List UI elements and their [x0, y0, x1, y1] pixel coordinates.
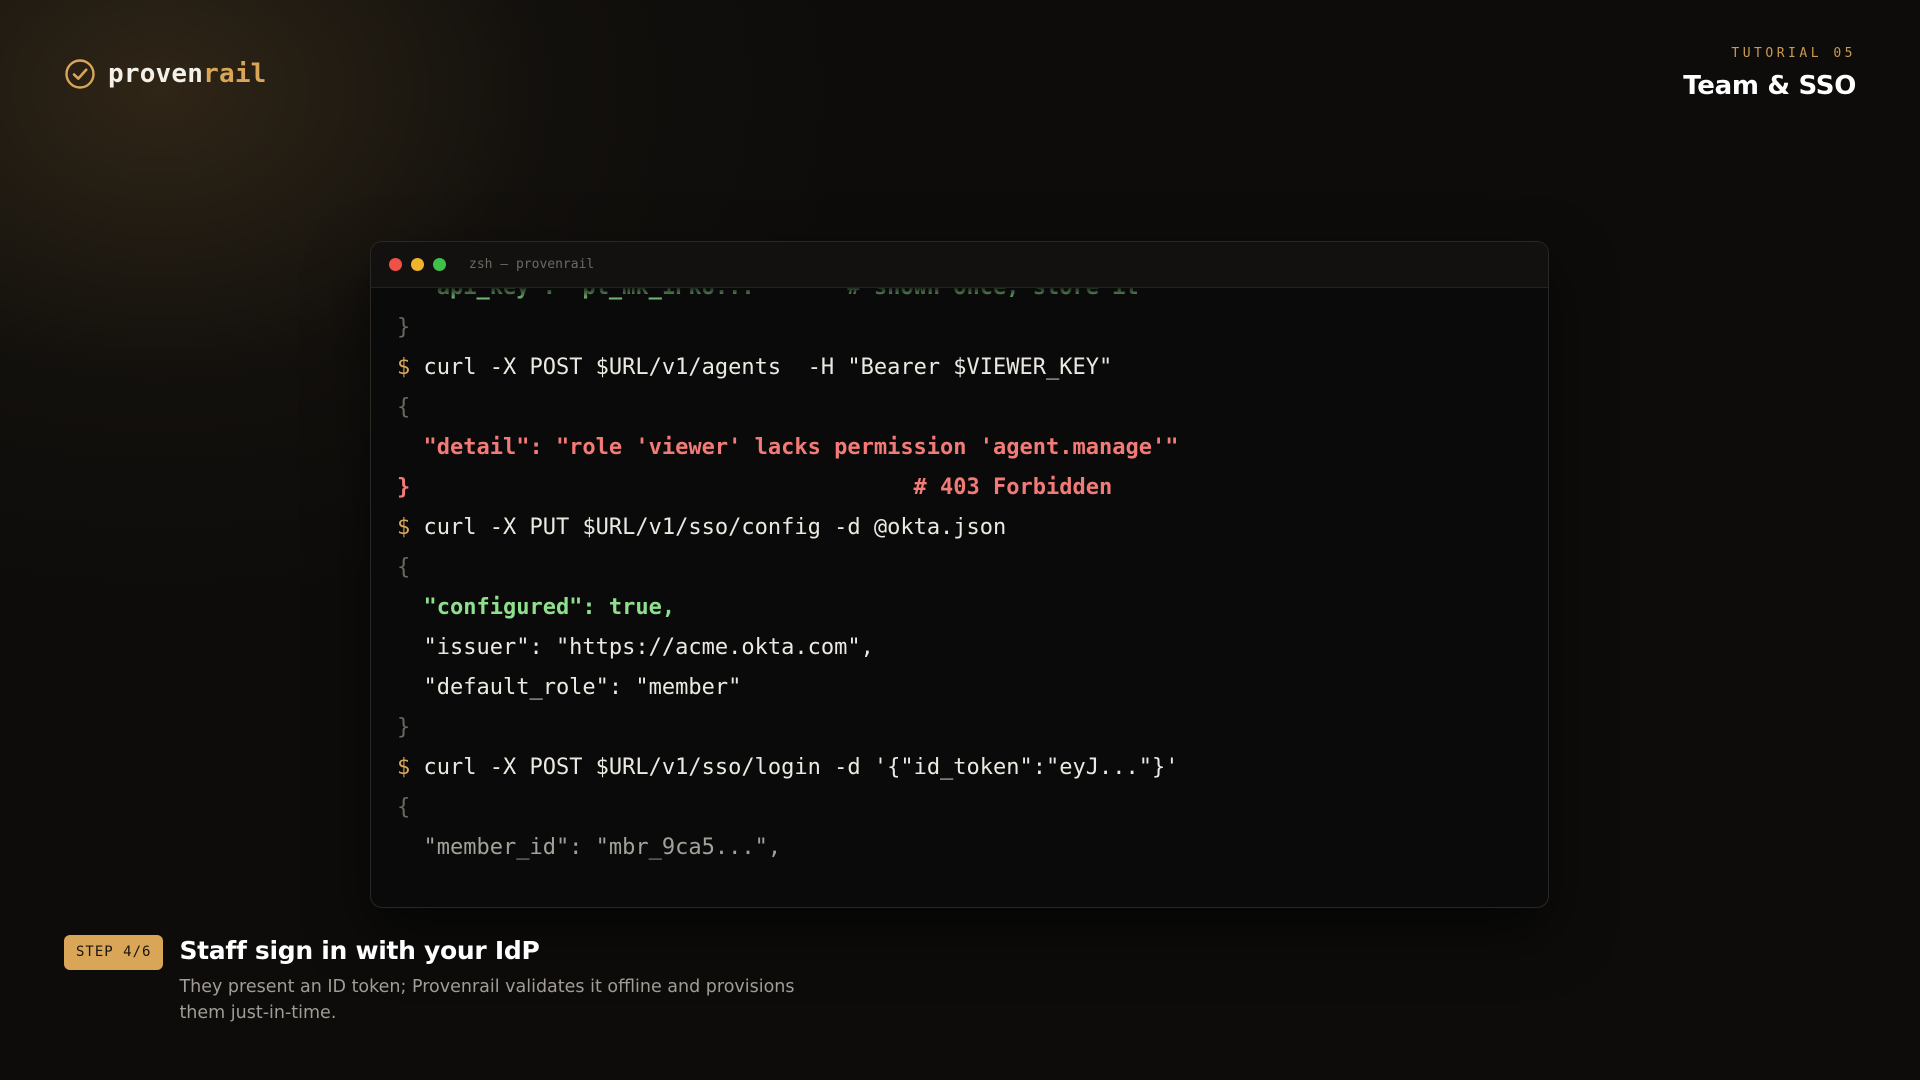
terminal-text: } # 403 Forbidden [397, 475, 1113, 500]
close-dot-icon [389, 258, 402, 271]
terminal-line: { [397, 548, 1528, 588]
terminal-title: zsh — provenrail [469, 257, 595, 272]
step-description: They present an ID token; Provenrail val… [179, 977, 795, 1023]
step-text: Staff sign in with your IdP They present… [179, 934, 839, 1026]
terminal-line: "detail": "role 'viewer' lacks permissio… [397, 428, 1528, 468]
terminal-lines: "api_key": "pl_mk_1Pk8..." # shown once,… [397, 288, 1528, 868]
step-caption: STEP 4/6 Staff sign in with your IdP The… [64, 934, 839, 1026]
tutorial-kicker: TUTORIAL 05 [1731, 46, 1856, 61]
terminal-window: zsh — provenrail "api_key": "pl_mk_1Pk8.… [370, 241, 1549, 908]
prompt-symbol: $ [397, 355, 424, 380]
brand-logo: provenrail [64, 58, 267, 90]
minimize-dot-icon [411, 258, 424, 271]
terminal-titlebar: zsh — provenrail [371, 242, 1548, 288]
terminal-line: { [397, 388, 1528, 428]
terminal-line: } [397, 708, 1528, 748]
terminal-line: $ curl -X POST $URL/v1/agents -H "Bearer… [397, 348, 1528, 388]
step-title: Staff sign in with your IdP [179, 936, 540, 965]
terminal-text: "member_id": "mbr_9ca5...", [397, 835, 782, 860]
terminal-text: { [397, 555, 411, 580]
terminal-text: { [397, 795, 411, 820]
maximize-dot-icon [433, 258, 446, 271]
brand-name-part2: rail [203, 59, 267, 89]
terminal-text: curl -X PUT $URL/v1/sso/config -d @okta.… [423, 515, 1007, 540]
terminal-line: $ curl -X POST $URL/v1/sso/login -d '{"i… [397, 748, 1528, 788]
terminal-line: } [397, 308, 1528, 348]
terminal-text: "issuer": "https://acme.okta.com", [397, 635, 874, 660]
terminal-line: "configured": true, [397, 588, 1528, 628]
terminal-text: } [397, 315, 411, 340]
terminal-line: "default_role": "member" [397, 668, 1528, 708]
tutorial-header: TUTORIAL 05 Team & SSO [1683, 46, 1856, 101]
terminal-output[interactable]: "api_key": "pl_mk_1Pk8..." # shown once,… [371, 288, 1548, 907]
terminal-text: { [397, 395, 411, 420]
terminal-line: "issuer": "https://acme.okta.com", [397, 628, 1528, 668]
terminal-text: } [397, 715, 411, 740]
terminal-line: } # 403 Forbidden [397, 468, 1528, 508]
terminal-line: { [397, 788, 1528, 828]
terminal-text: "configured": true, [397, 595, 676, 620]
step-badge: STEP 4/6 [64, 935, 164, 970]
prompt-symbol: $ [397, 755, 424, 780]
terminal-text: "detail": "role 'viewer' lacks permissio… [397, 435, 1179, 460]
terminal-line: "member_id": "mbr_9ca5...", [397, 828, 1528, 868]
prompt-symbol: $ [397, 515, 424, 540]
terminal-text: "default_role": "member" [397, 675, 742, 700]
brand-name-part1: proven [108, 59, 204, 89]
brand-name: provenrail [108, 59, 267, 89]
terminal-line: $ curl -X PUT $URL/v1/sso/config -d @okt… [397, 508, 1528, 548]
terminal-line: "api_key": "pl_mk_1Pk8..." # shown once,… [397, 288, 1528, 308]
terminal-text: curl -X POST $URL/v1/agents -H "Bearer $… [423, 355, 1113, 380]
check-circle-icon [65, 59, 95, 89]
terminal-text: "api_key": "pl_mk_1Pk8..." # shown once,… [397, 288, 1138, 300]
tutorial-title: Team & SSO [1683, 71, 1856, 101]
terminal-text: curl -X POST $URL/v1/sso/login -d '{"id_… [423, 755, 1179, 780]
